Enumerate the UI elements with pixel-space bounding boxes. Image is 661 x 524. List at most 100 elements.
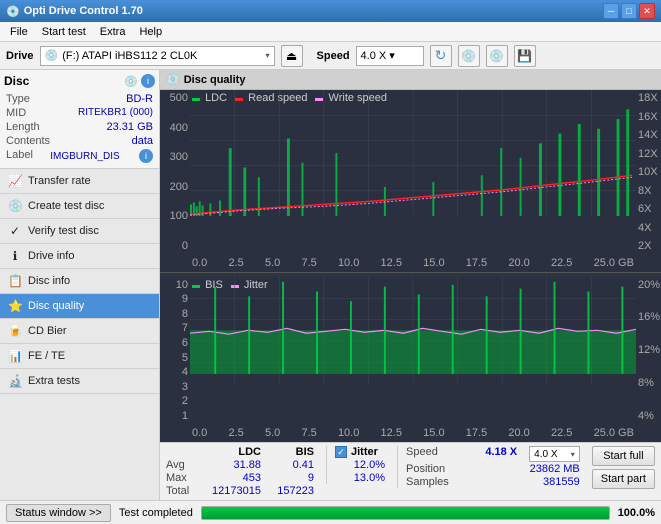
disc-quality-icon: ⭐ xyxy=(8,299,22,313)
progress-bar-container xyxy=(201,506,610,520)
speed-col: Speed 4.18 X 4.0 X ▾ Position 23862 MB S… xyxy=(397,446,580,488)
stats-max-row: Max 453 9 xyxy=(166,472,314,484)
disc-icons: 💿 i xyxy=(124,74,155,88)
position-label: Position xyxy=(406,463,461,475)
disc-mid-value: RITEKBR1 (000) xyxy=(78,107,153,119)
samples-value: 381559 xyxy=(530,476,580,488)
disc-info-button[interactable]: i xyxy=(141,74,155,88)
max-ldc: 453 xyxy=(206,472,261,484)
drive-value: (F:) ATAPI iHBS112 2 CL0K xyxy=(62,50,261,62)
nav-fe-te-label: FE / TE xyxy=(28,350,65,362)
nav-transfer-rate[interactable]: 📈 Transfer rate xyxy=(0,169,159,194)
nav-verify-test-disc[interactable]: ✓ Verify test disc xyxy=(0,219,159,244)
eject-button[interactable]: ⏏ xyxy=(281,45,303,67)
nav-verify-disc-label: Verify test disc xyxy=(28,225,99,237)
disc-quality-header: 💿 Disc quality xyxy=(160,70,661,90)
chart-top: LDC Read speed Write speed 500 xyxy=(160,90,661,273)
speed-row: Speed 4.18 X 4.0 X ▾ xyxy=(406,446,580,462)
drive-label: Drive xyxy=(6,50,34,62)
nav-cd-bier-label: CD Bier xyxy=(28,325,67,337)
chart-bottom-svg xyxy=(190,277,636,384)
status-window-button[interactable]: Status window >> xyxy=(6,504,111,522)
samples-row: Samples 381559 xyxy=(406,476,580,488)
disc-button-1[interactable]: 💿 xyxy=(458,45,480,67)
disc-mid-row: MID RITEKBR1 (000) xyxy=(4,106,155,120)
charts-area: LDC Read speed Write speed 500 xyxy=(160,90,661,442)
stats-bar: LDC BIS Avg 31.88 0.41 Max 453 9 Total 1… xyxy=(160,442,661,500)
stats-headers-row: LDC BIS xyxy=(166,446,314,458)
nav-disc-quality[interactable]: ⭐ Disc quality xyxy=(0,294,159,319)
avg-ldc: 31.88 xyxy=(206,459,261,471)
nav-fe-te[interactable]: 📊 FE / TE xyxy=(0,344,159,369)
disc-type-label: Type xyxy=(6,93,30,105)
save-button[interactable]: 💾 xyxy=(514,45,536,67)
samples-label: Samples xyxy=(406,476,461,488)
jitter-col: ✓ Jitter 12.0% 13.0% xyxy=(326,446,385,484)
speed-value: 4.0 X ▾ xyxy=(361,49,419,62)
speed-select-stats[interactable]: 4.0 X ▾ xyxy=(529,446,580,462)
nav-extra-tests-label: Extra tests xyxy=(28,375,80,387)
drive-info-icon: ℹ xyxy=(8,249,22,263)
jitter-header-row: ✓ Jitter xyxy=(335,446,385,458)
menu-file[interactable]: File xyxy=(4,24,34,40)
disc-length-label: Length xyxy=(6,121,40,133)
title-bar-left: 💿 Opti Drive Control 1.70 xyxy=(6,5,143,18)
chart-bottom: BIS Jitter 10 9 8 7 6 5 xyxy=(160,277,661,442)
speed-value: 4.18 X xyxy=(467,446,517,462)
nav-drive-info-label: Drive info xyxy=(28,250,74,262)
jitter-max: 13.0% xyxy=(335,472,385,484)
disc-button-2[interactable]: 💿 xyxy=(486,45,508,67)
menu-help[interactable]: Help xyxy=(133,24,168,40)
close-button[interactable]: ✕ xyxy=(639,3,655,19)
max-bis: 9 xyxy=(269,472,314,484)
content-area: 💿 Disc quality LDC Read speed xyxy=(160,70,661,500)
speed-select-arrow: ▾ xyxy=(571,450,575,459)
minimize-button[interactable]: ─ xyxy=(603,3,619,19)
nav-cd-bier[interactable]: 🍺 CD Bier xyxy=(0,319,159,344)
nav-create-disc-label: Create test disc xyxy=(28,200,104,212)
start-part-button[interactable]: Start part xyxy=(592,469,655,489)
jitter-checkbox[interactable]: ✓ xyxy=(335,446,347,458)
chart-top-y-axis-left: 500 400 300 200 100 0 xyxy=(160,90,190,254)
menu-start-test[interactable]: Start test xyxy=(36,24,92,40)
status-bar: Status window >> Test completed 100.0% xyxy=(0,500,661,524)
disc-length-value: 23.31 GB xyxy=(107,121,153,133)
stats-avg-row: Avg 31.88 0.41 xyxy=(166,459,314,471)
disc-label-row: Label IMGBURN_DIS i xyxy=(4,148,155,164)
nav-extra-tests[interactable]: 🔬 Extra tests xyxy=(0,369,159,394)
nav-drive-info[interactable]: ℹ Drive info xyxy=(0,244,159,269)
stats-total-row: Total 12173015 157223 xyxy=(166,485,314,497)
create-disc-icon: 💿 xyxy=(8,199,22,213)
menu-extra[interactable]: Extra xyxy=(94,24,132,40)
total-label: Total xyxy=(166,485,198,497)
transfer-rate-icon: 📈 xyxy=(8,174,22,188)
stats-main-col: LDC BIS Avg 31.88 0.41 Max 453 9 Total 1… xyxy=(166,446,314,497)
jitter-avg: 12.0% xyxy=(335,459,385,471)
disc-quality-title: Disc quality xyxy=(184,74,246,86)
avg-label: Avg xyxy=(166,459,198,471)
nav-disc-info[interactable]: 📋 Disc info xyxy=(0,269,159,294)
nav-create-test-disc[interactable]: 💿 Create test disc xyxy=(0,194,159,219)
refresh-button[interactable]: ↻ xyxy=(430,45,452,67)
app-icon: 💿 xyxy=(6,5,20,18)
speed-label-stat: Speed xyxy=(406,446,459,462)
speed-label: Speed xyxy=(317,50,350,62)
speed-select-value: 4.0 X xyxy=(534,449,567,460)
label-info-button[interactable]: i xyxy=(139,149,153,163)
drive-dropdown-arrow: ▾ xyxy=(266,51,270,60)
drive-select[interactable]: 💿 (F:) ATAPI iHBS112 2 CL0K ▾ xyxy=(40,46,275,66)
menu-bar: File Start test Extra Help xyxy=(0,22,661,42)
start-full-button[interactable]: Start full xyxy=(592,446,655,466)
disc-contents-label: Contents xyxy=(6,135,50,147)
disc-label-label: Label xyxy=(6,149,33,163)
disc-title: Disc xyxy=(4,74,29,88)
speed-select[interactable]: 4.0 X ▾ xyxy=(356,46,424,66)
chart-top-y-axis-right: 18X 16X 14X 12X 10X 8X 6X 4X 2X xyxy=(636,90,661,254)
nav-disc-quality-label: Disc quality xyxy=(28,300,84,312)
cd-bier-icon: 🍺 xyxy=(8,324,22,338)
jitter-max-row: 13.0% xyxy=(335,472,385,484)
disc-info-icon: 📋 xyxy=(8,274,22,288)
jitter-avg-row: 12.0% xyxy=(335,459,385,471)
disc-mid-label: MID xyxy=(6,107,26,119)
maximize-button[interactable]: □ xyxy=(621,3,637,19)
